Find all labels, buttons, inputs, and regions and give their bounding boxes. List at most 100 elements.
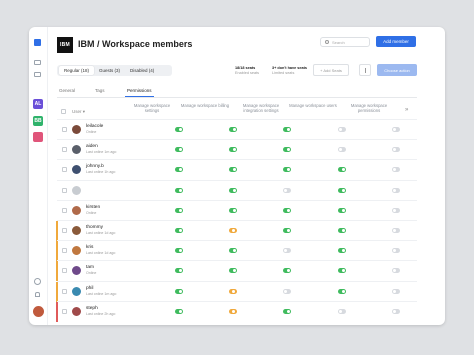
permission-toggle[interactable]	[283, 147, 291, 153]
permission-toggle[interactable]	[392, 248, 400, 254]
workspace-avatar-3[interactable]	[33, 132, 43, 142]
permission-toggle[interactable]	[392, 187, 400, 193]
permission-toggle[interactable]	[392, 288, 400, 294]
app-logo-icon[interactable]	[34, 39, 41, 46]
tab-permissions[interactable]: Permissions	[125, 88, 154, 97]
permission-toggle[interactable]	[175, 228, 183, 233]
search-placeholder: Search	[332, 39, 345, 45]
permission-toggle[interactable]	[392, 147, 400, 153]
permission-toggle[interactable]	[175, 248, 183, 254]
permission-toggle[interactable]	[175, 288, 183, 294]
select-all-checkbox[interactable]	[61, 109, 66, 114]
permission-toggle[interactable]	[229, 127, 237, 132]
permission-toggle[interactable]	[338, 308, 346, 314]
permission-toggle[interactable]	[175, 268, 183, 274]
permission-toggle[interactable]	[392, 167, 400, 173]
toggle-knob	[287, 229, 290, 232]
permission-toggle[interactable]	[175, 308, 183, 314]
choose-action-button[interactable]: Choose action	[377, 64, 417, 76]
permission-toggle[interactable]	[229, 147, 237, 153]
permission-toggle[interactable]	[229, 308, 237, 314]
segment-regular[interactable]: Regular (18)	[59, 66, 95, 75]
filter-icon[interactable]: ▾	[83, 109, 85, 114]
permission-toggle[interactable]	[338, 187, 346, 193]
row-checkbox[interactable]	[62, 187, 67, 193]
workspace-avatar-al[interactable]: AL	[33, 99, 43, 109]
toggle-knob	[393, 148, 396, 152]
permission-toggle[interactable]	[229, 167, 237, 173]
toggle-knob	[287, 148, 290, 152]
permission-toggle[interactable]	[229, 268, 237, 274]
toggle-knob	[393, 269, 396, 273]
workspace-avatar-bb[interactable]: BB	[33, 116, 43, 126]
avatar	[72, 125, 81, 134]
row-checkbox[interactable]	[62, 268, 67, 274]
permission-toggle[interactable]	[229, 288, 237, 294]
row-checkbox[interactable]	[62, 167, 67, 173]
permission-toggle[interactable]	[338, 127, 346, 132]
permission-toggle[interactable]	[175, 147, 183, 153]
app-window: AL BB IBM IBM / Workspace members Search…	[29, 27, 445, 325]
permission-toggle[interactable]	[338, 288, 346, 294]
row-checkbox[interactable]	[62, 147, 67, 153]
permission-toggle[interactable]	[338, 167, 346, 173]
permission-toggle[interactable]	[338, 228, 346, 233]
row-flag	[56, 261, 58, 282]
permission-toggle[interactable]	[229, 228, 237, 233]
add-member-button[interactable]: Add member	[376, 36, 416, 47]
permission-toggle[interactable]	[392, 228, 400, 233]
permission-toggle[interactable]	[283, 308, 291, 314]
row-checkbox[interactable]	[62, 228, 67, 233]
segment-guests[interactable]: Guests (3)	[94, 66, 125, 75]
bell-icon[interactable]	[35, 292, 40, 297]
toggle-knob	[231, 229, 235, 232]
download-button[interactable]	[359, 64, 371, 76]
permission-toggle[interactable]	[338, 268, 346, 274]
permission-toggle[interactable]	[338, 248, 346, 254]
add-seats-button[interactable]: + Add Seats	[313, 64, 349, 76]
search-input[interactable]: Search	[320, 37, 370, 47]
col-header-users: Manage workspace users	[289, 103, 337, 108]
permission-toggle[interactable]	[283, 127, 291, 132]
permission-toggle[interactable]	[338, 207, 346, 213]
permission-toggle[interactable]	[175, 207, 183, 213]
tab-tags[interactable]: Tags	[95, 88, 105, 93]
row-checkbox[interactable]	[62, 288, 67, 294]
calendar-icon[interactable]	[34, 72, 41, 77]
permission-toggle[interactable]	[283, 187, 291, 193]
toggle-knob	[342, 249, 345, 253]
row-checkbox[interactable]	[62, 127, 67, 132]
gear-icon[interactable]	[34, 278, 41, 285]
permission-toggle[interactable]	[175, 127, 183, 132]
member-status: Last online 1d ago	[86, 251, 116, 256]
tab-general[interactable]: General	[59, 88, 75, 93]
user-column-header[interactable]: User ▾	[72, 109, 85, 115]
toggle-knob	[231, 289, 235, 293]
permission-toggle[interactable]	[283, 228, 291, 233]
inbox-icon[interactable]	[34, 60, 41, 65]
toggle-knob	[179, 148, 182, 152]
avatar[interactable]	[32, 305, 45, 318]
permission-toggle[interactable]	[229, 207, 237, 213]
permission-toggle[interactable]	[175, 187, 183, 193]
row-checkbox[interactable]	[62, 207, 67, 213]
permission-toggle[interactable]	[229, 248, 237, 254]
permission-toggle[interactable]	[283, 268, 291, 274]
permission-toggle[interactable]	[283, 288, 291, 294]
permission-toggle[interactable]	[392, 308, 400, 314]
permission-toggle[interactable]	[392, 268, 400, 274]
permission-toggle[interactable]	[283, 167, 291, 173]
toggle-knob	[339, 128, 342, 131]
permission-toggle[interactable]	[283, 248, 291, 254]
permission-toggle[interactable]	[283, 207, 291, 213]
scroll-right-icon[interactable]: »	[405, 107, 408, 113]
permission-toggle[interactable]	[392, 127, 400, 132]
segment-disabled[interactable]: Disabled (4)	[125, 66, 159, 75]
row-checkbox[interactable]	[62, 308, 67, 314]
row-checkbox[interactable]	[62, 248, 67, 254]
toggle-knob	[393, 208, 396, 212]
permission-toggle[interactable]	[175, 167, 183, 173]
permission-toggle[interactable]	[338, 147, 346, 153]
permission-toggle[interactable]	[229, 187, 237, 193]
permission-toggle[interactable]	[392, 207, 400, 213]
